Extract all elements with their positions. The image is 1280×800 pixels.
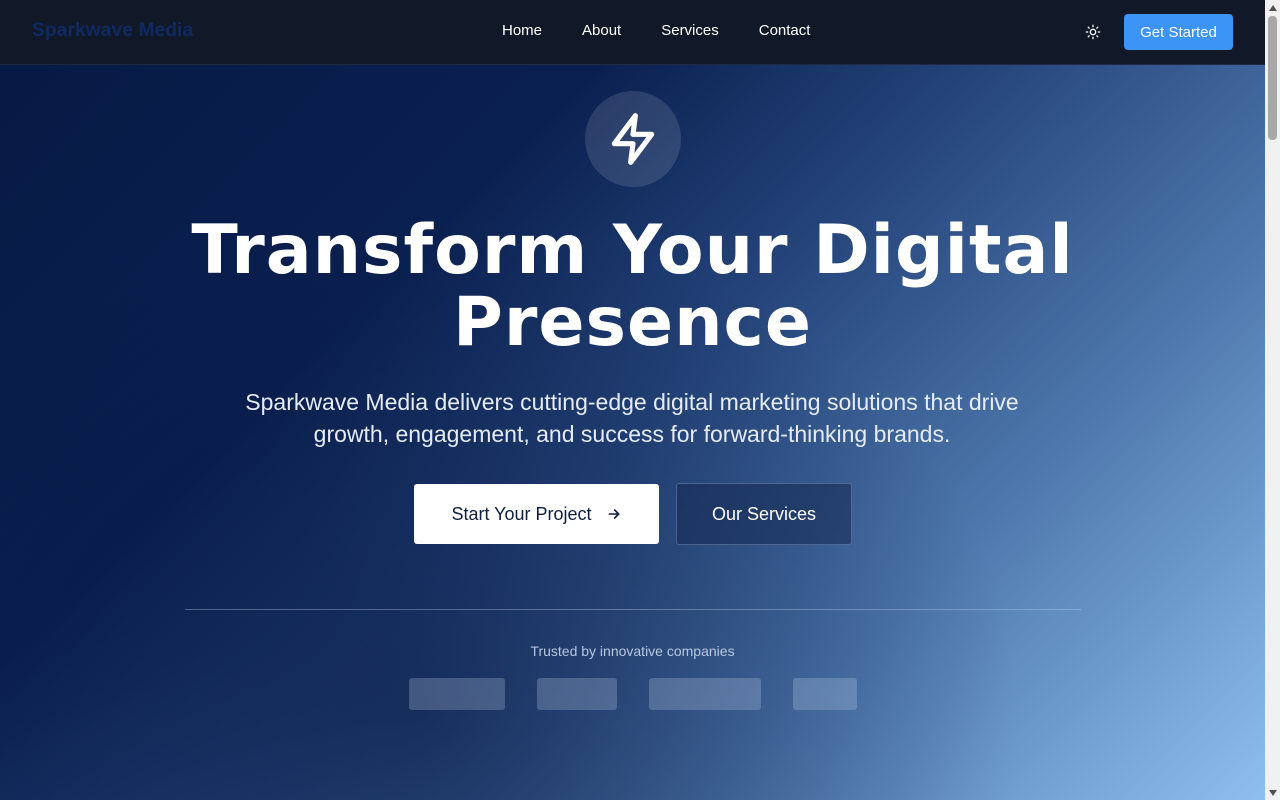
start-project-label: Start Your Project: [451, 503, 592, 524]
nav-link-about[interactable]: About: [582, 22, 621, 39]
scroll-down-arrow[interactable]: [1268, 788, 1277, 797]
hero-title: Transform Your Digital Presence: [0, 215, 1265, 359]
trusted-label: Trusted by innovative companies: [530, 643, 735, 659]
hero-section: Transform Your Digital Presence Sparkwav…: [0, 65, 1265, 800]
lightning-icon: [611, 113, 655, 165]
hero-title-line-2: Presence: [453, 283, 812, 362]
arrow-right-icon: [608, 509, 620, 519]
navbar: Sparkwave Media Home About Services Cont…: [0, 0, 1265, 65]
triangle-down-icon: [1268, 789, 1277, 796]
scroll-up-arrow[interactable]: [1268, 3, 1277, 12]
partner-logo-placeholder: [793, 678, 857, 710]
get-started-button[interactable]: Get Started: [1124, 14, 1233, 50]
nav-link-services[interactable]: Services: [661, 22, 719, 39]
partner-logo-placeholder: [649, 678, 761, 710]
partner-logo-placeholder: [409, 678, 505, 710]
hero-title-line-1: Transform Your Digital: [191, 211, 1074, 290]
nav-link-contact[interactable]: Contact: [759, 22, 811, 39]
partner-logo-placeholder: [537, 678, 617, 710]
scrollbar-thumb[interactable]: [1268, 16, 1277, 140]
vertical-scrollbar[interactable]: [1265, 0, 1280, 800]
nav-link-home[interactable]: Home: [502, 22, 542, 39]
triangle-up-icon: [1268, 4, 1277, 11]
nav-links: Home About Services Contact: [502, 22, 810, 39]
theme-toggle-button[interactable]: [1083, 22, 1103, 42]
brand-logo[interactable]: Sparkwave Media: [32, 20, 193, 42]
section-divider: [185, 609, 1081, 610]
hero-icon-badge: [585, 91, 681, 187]
start-project-button[interactable]: Start Your Project: [414, 484, 659, 544]
hero-subtitle: Sparkwave Media delivers cutting-edge di…: [245, 389, 1019, 447]
our-services-button[interactable]: Our Services: [676, 483, 852, 545]
sun-icon: [1085, 24, 1101, 40]
